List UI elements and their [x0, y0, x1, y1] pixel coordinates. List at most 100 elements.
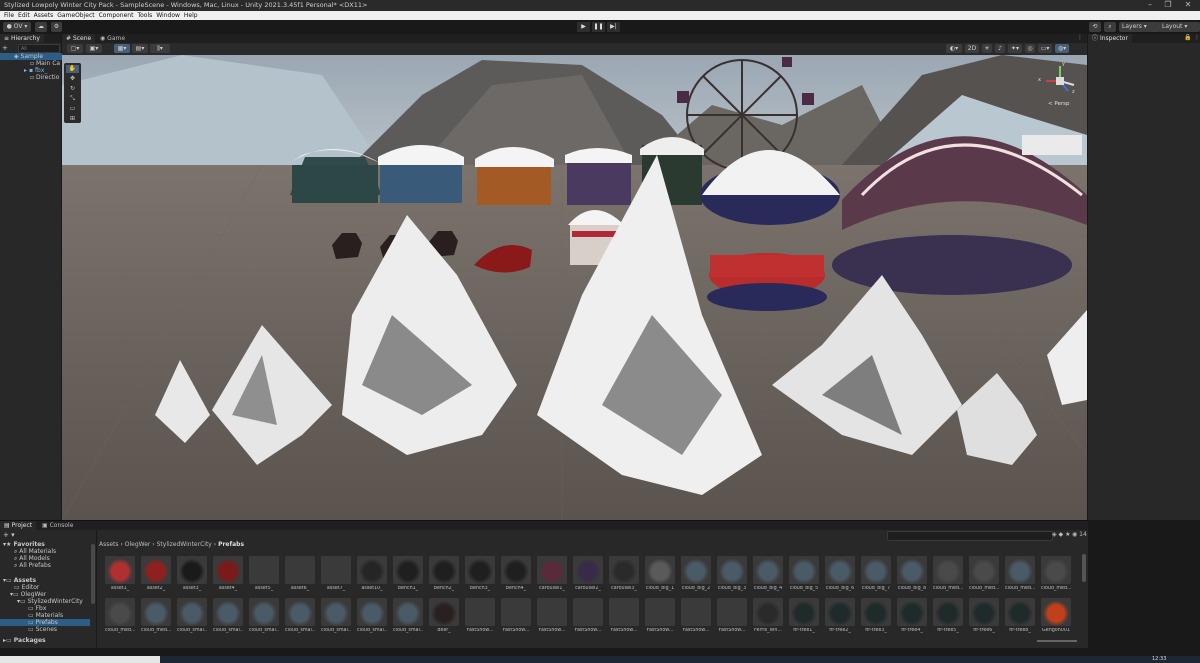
layers-dropdown[interactable]: Layers ▾ — [1119, 22, 1160, 32]
folder-materials[interactable]: ▭ Materials — [28, 612, 63, 619]
tab-project[interactable]: ▤ Project — [0, 521, 37, 530]
favorite-icon[interactable]: ★ — [1065, 531, 1070, 538]
increment-snap-icon[interactable]: ▤▾ — [132, 44, 148, 53]
step-button[interactable]: ▶| — [607, 22, 620, 32]
asset-tile[interactable]: FastSnow... — [537, 598, 567, 634]
folder-stylizedwintercity[interactable]: ▾▭ StylizedWinterCity — [17, 598, 83, 605]
asset-tile[interactable]: bench2_ — [429, 556, 459, 592]
menu-component[interactable]: Component — [99, 11, 134, 20]
breadcrumb-item[interactable]: OlegWer — [125, 541, 151, 548]
hierarchy-search-input[interactable] — [18, 44, 60, 53]
gizmos-icon[interactable]: ◍▾ — [1055, 44, 1069, 53]
asset-tile[interactable]: fir-tree6_ — [969, 598, 999, 634]
favorites-header[interactable]: ▾★ Favorites — [3, 541, 45, 548]
folder-fbx[interactable]: ▭ Fbx — [28, 605, 46, 612]
asset-tile[interactable]: cloud_smal... — [249, 598, 279, 634]
asset-tile[interactable]: cloud_smal... — [321, 598, 351, 634]
asset-tile[interactable]: fir-tree8_ — [1005, 598, 1035, 634]
filter-label-icon[interactable]: ◆ — [1059, 531, 1064, 538]
folder-olegwer[interactable]: ▾▭ OlegWer — [10, 591, 46, 598]
asset-tile[interactable]: FastSnow... — [609, 598, 639, 634]
cloud-icon[interactable]: ☁ — [35, 22, 47, 32]
transform-tool-icon[interactable]: ⊞ — [66, 115, 79, 123]
hierarchy-item-camera[interactable]: ▫ Main Ca — [0, 60, 60, 67]
close-icon[interactable]: ✕ — [1178, 0, 1198, 11]
asset-tile[interactable]: FastSnow... — [501, 598, 531, 634]
search-icon[interactable]: ⌕ — [1104, 22, 1116, 32]
asset-tile[interactable]: fir-tree3_ — [861, 598, 891, 634]
scene-viewport[interactable]: ✋ ✥ ↻ ⤡ ▭ ⊞ y x z < Persp — [62, 55, 1087, 520]
lighting-icon[interactable]: ☀ — [982, 44, 992, 53]
maximize-icon[interactable]: ❐ — [1158, 0, 1178, 11]
asset-tile[interactable]: cloud_med... — [1005, 556, 1035, 592]
hidden-objects-icon[interactable]: ◎ — [1025, 44, 1035, 53]
shading-mode-icon[interactable]: ▢▾ — [67, 44, 83, 53]
asset-tile[interactable]: carousel3_ — [609, 556, 639, 592]
tab-scene[interactable]: # Scene — [62, 34, 96, 43]
asset-tile[interactable]: cloud_big_2 — [681, 556, 711, 592]
favorite-all-models[interactable]: ⌕ All Models — [14, 555, 50, 562]
asset-tile[interactable]: asset1_ — [105, 556, 135, 592]
asset-tile[interactable]: cloud_big_4 — [753, 556, 783, 592]
assets-scrollbar[interactable] — [1082, 554, 1086, 582]
asset-tile[interactable]: carousel1_ — [537, 556, 567, 592]
asset-tile[interactable]: cloud_big_3 — [717, 556, 747, 592]
scale-tool-icon[interactable]: ⤡ — [66, 95, 79, 103]
layout-dropdown[interactable]: Layout ▾ — [1159, 22, 1200, 32]
minimize-icon[interactable]: – — [1140, 0, 1160, 11]
asset-tile[interactable]: deer_ — [429, 598, 459, 634]
asset-tile[interactable]: carousel2_ — [573, 556, 603, 592]
menu-window[interactable]: Window — [156, 11, 180, 20]
toggle-2d-button[interactable]: 2D — [965, 44, 979, 53]
asset-tile[interactable]: cloud_big_6 — [825, 556, 855, 592]
project-search-input[interactable] — [887, 531, 1053, 541]
move-tool-icon[interactable]: ✥ — [66, 75, 79, 83]
asset-tile[interactable]: cloud_big_7 — [861, 556, 891, 592]
asset-tile[interactable]: asset4_ — [213, 556, 243, 592]
asset-tile[interactable]: bench4_ — [501, 556, 531, 592]
camera-settings-icon[interactable]: ▭▾ — [1038, 44, 1052, 53]
asset-tile[interactable]: FastSnow... — [717, 598, 747, 634]
tab-inspector[interactable]: ⓘ Inspector — [1088, 34, 1132, 43]
asset-tile[interactable]: cloud_med... — [105, 598, 135, 634]
asset-tile[interactable]: fir-tree5_ — [933, 598, 963, 634]
asset-tile[interactable]: cloud_smal... — [213, 598, 243, 634]
filter-icons[interactable]: ◈ ◆ ★ — [1052, 531, 1070, 538]
breadcrumb-item[interactable]: Assets — [99, 541, 119, 548]
rect-tool-icon[interactable]: ▭ — [66, 105, 79, 113]
menu-help[interactable]: Help — [184, 11, 198, 20]
menu-tools[interactable]: Tools — [137, 11, 152, 20]
align-icon[interactable]: ⫼▾ — [150, 44, 170, 53]
draw-mode-icon[interactable]: ◐▾ — [946, 44, 962, 53]
project-add-icon[interactable]: + ▾ — [3, 531, 15, 539]
asset-tile[interactable]: cloud_med... — [933, 556, 963, 592]
asset-tile[interactable]: cloud_smal... — [357, 598, 387, 634]
effects-icon[interactable]: ✦▾ — [1008, 44, 1022, 53]
rotate-tool-icon[interactable]: ↻ — [66, 85, 79, 93]
asset-tile[interactable]: cloud_med... — [141, 598, 171, 634]
add-icon[interactable]: + — [2, 44, 10, 52]
folder-scenes[interactable]: ▭ Scenes — [28, 626, 57, 633]
account-dropdown[interactable]: ● OV ▾ — [3, 22, 31, 32]
asset-tile[interactable]: asset5_ — [249, 556, 279, 592]
folder-prefabs[interactable]: ▭ Prefabs — [0, 619, 90, 626]
asset-tile[interactable]: cloud_smal... — [177, 598, 207, 634]
collab-icon[interactable]: ⚙ — [51, 22, 62, 32]
hierarchy-item-light[interactable]: ▫ Directio — [0, 74, 59, 81]
tab-game[interactable]: ◉ Game — [96, 34, 129, 43]
audio-icon[interactable]: ♪ — [995, 44, 1005, 53]
breadcrumb-item[interactable]: StylizedWinterCity — [157, 541, 212, 548]
asset-tile[interactable]: cloud_smal... — [393, 598, 423, 634]
render-mode-icon[interactable]: ▣▾ — [86, 44, 102, 53]
history-icon[interactable]: ⟲ — [1089, 22, 1101, 32]
asset-tile[interactable]: Gengon001 — [1041, 598, 1071, 634]
menu-assets[interactable]: Assets — [34, 11, 54, 20]
asset-tile[interactable]: cloud_big_8 — [897, 556, 927, 592]
asset-tile[interactable]: bench3_ — [465, 556, 495, 592]
assets-folder[interactable]: ▾▭ Assets — [3, 577, 36, 584]
asset-tile[interactable]: cloud_med... — [969, 556, 999, 592]
filter-type-icon[interactable]: ◈ — [1052, 531, 1057, 538]
eye-icon[interactable]: ◉ — [1072, 531, 1077, 538]
pause-button[interactable]: ❚❚ — [592, 22, 605, 32]
taskbar-search[interactable] — [0, 656, 160, 663]
